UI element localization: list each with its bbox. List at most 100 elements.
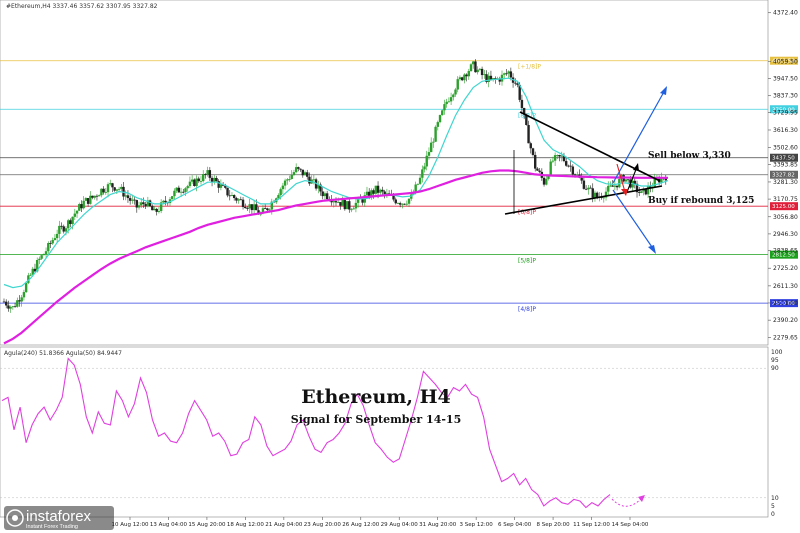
- candle-body: [591, 188, 594, 198]
- candle-body: [162, 200, 165, 203]
- candle-body: [580, 177, 583, 181]
- candle-body: [348, 201, 351, 210]
- candle-body: [268, 209, 271, 211]
- time-tick-label: 15 Aug 20:00: [188, 522, 226, 528]
- time-axis: 10 Aug 12:00 13 Aug 04:00 15 Aug 20:00 18 A…: [111, 517, 649, 528]
- price-tick-label: 2279.65: [773, 334, 798, 341]
- candle-body: [288, 178, 291, 180]
- candle-body: [323, 193, 327, 197]
- candle-body: [458, 77, 462, 80]
- candle-body: [407, 198, 411, 204]
- candle-body: [73, 213, 77, 217]
- candle-body: [246, 208, 249, 209]
- price-tick-label: 3729.95: [773, 109, 798, 116]
- candle-body: [140, 202, 143, 206]
- candle-body: [84, 198, 88, 201]
- candle-body: [299, 168, 302, 170]
- candle-body: [215, 177, 218, 182]
- candle-body: [44, 251, 48, 254]
- candle-body: [553, 155, 557, 161]
- candle-body: [549, 161, 552, 176]
- candle-body: [62, 226, 65, 232]
- candle-body: [429, 142, 433, 153]
- candle-body: [244, 206, 247, 209]
- candle-body: [536, 168, 539, 171]
- candle-body: [228, 195, 231, 197]
- candle-body: [308, 176, 311, 184]
- time-tick-label: 21 Aug 04:00: [265, 522, 303, 528]
- candle-body: [126, 195, 130, 199]
- candle-body: [653, 179, 656, 188]
- candle-body: [115, 189, 119, 191]
- candle-body: [503, 73, 506, 75]
- time-tick-label: 10 Aug 12:00: [111, 522, 149, 528]
- candle-body: [474, 61, 477, 73]
- candle-body: [237, 199, 240, 201]
- candle-body: [611, 185, 614, 187]
- price-tick-label: 3393.85: [773, 161, 798, 168]
- candle-body: [507, 71, 510, 74]
- candle-body: [142, 202, 145, 204]
- time-tick-label: 18 Aug 12:00: [227, 522, 265, 528]
- candle-body: [89, 195, 92, 204]
- candle-body: [197, 178, 200, 182]
- price-tick-label: 3502.60: [773, 145, 798, 152]
- logo-name: instaforex: [26, 508, 92, 525]
- candle-body: [425, 155, 428, 167]
- candle-body: [266, 208, 269, 211]
- candle-body: [97, 195, 101, 197]
- candle-body: [175, 187, 178, 191]
- candle-body: [418, 177, 422, 184]
- candle-body: [416, 183, 420, 185]
- candle-body: [472, 61, 475, 65]
- candle-body: [230, 195, 234, 196]
- candle-body: [403, 203, 406, 205]
- time-tick-label: 23 Aug 20:00: [304, 522, 342, 528]
- candle-body: [394, 199, 397, 204]
- candle-body: [465, 74, 468, 77]
- candle-body: [111, 183, 114, 188]
- candle-body: [40, 255, 43, 259]
- candle-body: [560, 155, 563, 157]
- candle-body: [480, 68, 484, 76]
- candle-body: [263, 208, 267, 210]
- candle-body: [613, 185, 617, 187]
- candle-body: [463, 74, 466, 81]
- chart-canvas: #Ethereum,H4 3337.46 3357.62 3307.95 332…: [0, 0, 798, 528]
- candle-body: [255, 204, 258, 211]
- candle-body: [332, 201, 335, 203]
- candle-body: [206, 170, 209, 175]
- chart-title: Ethereum, H4: [301, 386, 451, 408]
- candle-body: [235, 198, 238, 201]
- candle-body: [303, 172, 307, 176]
- candle-body: [487, 75, 490, 82]
- candle-body: [95, 195, 99, 197]
- candle-body: [460, 77, 464, 81]
- candle-body: [16, 300, 19, 307]
- candle-body: [171, 196, 174, 200]
- candle-body: [58, 225, 61, 234]
- candle-body: [42, 253, 46, 256]
- symbol-header: #Ethereum,H4 3337.46 3357.62 3307.95 332…: [6, 3, 158, 10]
- candle-body: [593, 192, 597, 198]
- candle-body: [376, 185, 380, 193]
- candle-body: [434, 126, 437, 142]
- candle-body: [396, 203, 400, 204]
- candle-body: [49, 243, 52, 244]
- candle-body: [469, 64, 473, 72]
- candle-body: [102, 188, 105, 193]
- candle-body: [509, 71, 513, 78]
- candle-body: [51, 239, 54, 244]
- candle-body: [38, 258, 41, 261]
- oscillator-axis: 1009590 1050: [771, 349, 783, 518]
- price-tick-label: 2501.00: [773, 300, 798, 307]
- candle-body: [29, 274, 32, 276]
- candle-body: [520, 99, 524, 108]
- candle-body: [281, 185, 285, 190]
- candle-body: [208, 170, 212, 178]
- candle-body: [135, 200, 138, 208]
- time-tick-label: 6 Sep 04:00: [498, 522, 532, 528]
- candle-body: [80, 204, 83, 209]
- candle-body: [436, 122, 440, 127]
- oscillator-tick-label: 10: [771, 495, 779, 502]
